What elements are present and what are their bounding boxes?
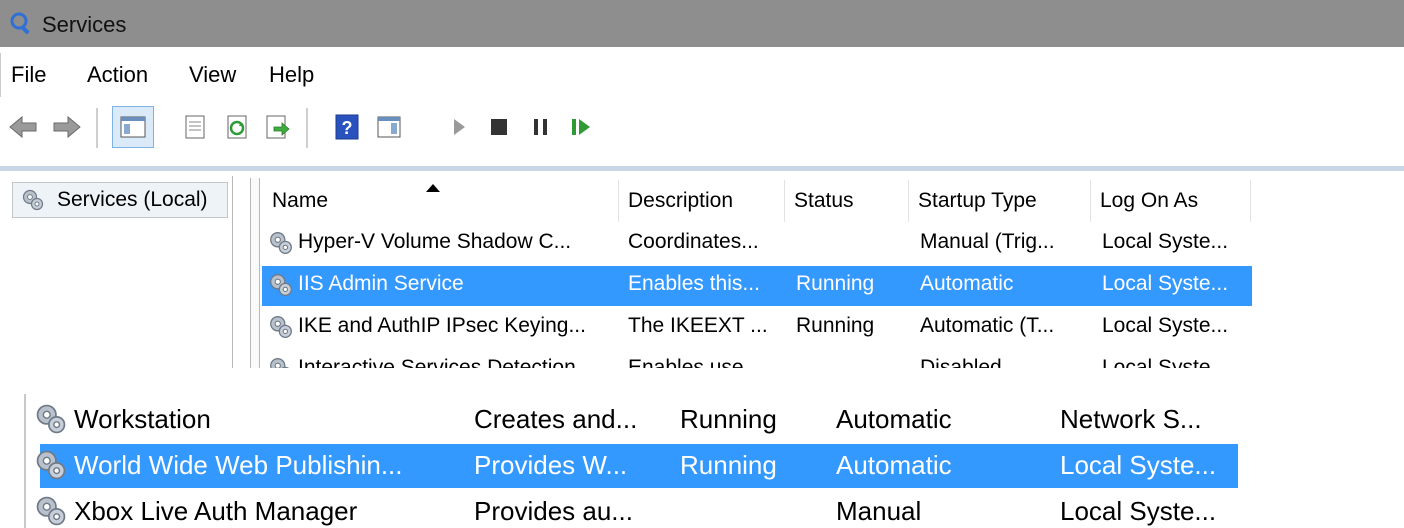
service-gear-icon — [34, 494, 68, 528]
menu-file[interactable]: File — [11, 62, 46, 88]
services-list-excerpt: Workstation Creates and... Running Autom… — [0, 394, 1404, 528]
cell-description: Enables this... — [628, 272, 760, 295]
table-row-selected[interactable]: IIS Admin Service Enables this... Runnin… — [262, 266, 1252, 306]
cell-description: Provides au... — [474, 496, 633, 526]
table-row-selected[interactable]: World Wide Web Publishin... Provides W..… — [40, 444, 1238, 488]
pane-splitter[interactable] — [250, 178, 260, 368]
cell-startup-type: Manual (Trig... — [920, 230, 1055, 253]
cell-name: IIS Admin Service — [298, 272, 464, 295]
cell-startup-type: Disabled — [920, 356, 1002, 368]
window-title: Services — [42, 12, 127, 37]
cell-log-on-as: Local Syste... — [1060, 450, 1217, 480]
cell-status: Running — [680, 450, 777, 480]
list-left-border — [24, 394, 26, 528]
title-bar[interactable]: Services — [0, 0, 1404, 47]
table-row[interactable]: Interactive Services Detection Enables u… — [262, 350, 1252, 368]
pause-service-icon[interactable] — [526, 112, 556, 142]
cell-startup-type: Automatic — [836, 450, 952, 480]
service-gear-icon — [268, 230, 294, 256]
menu-action[interactable]: Action — [87, 62, 148, 88]
cell-description: The IKEEXT ... — [628, 314, 768, 337]
console-tree-pane: Services (Local) — [6, 176, 233, 368]
tree-item-label: Services (Local) — [57, 188, 208, 211]
service-gear-icon — [268, 272, 294, 298]
cell-log-on-as: Local Syste... — [1102, 272, 1229, 295]
column-header-startup-type[interactable]: Startup Type — [908, 180, 1091, 222]
tree-item-services-local[interactable]: Services (Local) — [12, 182, 228, 218]
cell-description: Enables use... — [628, 356, 762, 368]
cell-name: Workstation — [74, 404, 211, 434]
cell-log-on-as: Local Syste... — [1102, 356, 1229, 368]
cell-name: World Wide Web Publishin... — [74, 450, 403, 480]
refresh-icon[interactable] — [222, 112, 252, 142]
toolbar-separator — [96, 108, 98, 148]
cell-status: Running — [796, 272, 875, 295]
properties-icon[interactable] — [180, 112, 210, 142]
cell-log-on-as: Local Syste... — [1060, 496, 1217, 526]
service-gear-icon — [34, 448, 68, 482]
cell-name: Xbox Live Auth Manager — [74, 496, 358, 526]
export-list-icon[interactable] — [262, 112, 292, 142]
column-header-description[interactable]: Description — [618, 180, 785, 222]
column-header-name[interactable]: Name — [262, 180, 619, 222]
cell-log-on-as: Local Syste... — [1102, 230, 1229, 253]
table-row[interactable]: Xbox Live Auth Manager Provides au... Ma… — [40, 490, 1238, 528]
resume-service-icon[interactable] — [566, 112, 596, 142]
cell-startup-type: Automatic — [920, 272, 1014, 295]
toolbar-separator — [306, 108, 308, 148]
table-row[interactable]: Workstation Creates and... Running Autom… — [40, 398, 1238, 442]
help-icon[interactable]: ? — [332, 112, 362, 142]
cell-startup-type: Automatic (T... — [920, 314, 1055, 337]
cell-startup-type: Automatic — [836, 404, 952, 434]
back-arrow-icon[interactable] — [8, 112, 38, 142]
cell-name: Interactive Services Detection — [298, 356, 576, 368]
cell-description: Provides W... — [474, 450, 628, 480]
service-gear-icon — [34, 402, 68, 436]
menu-view[interactable]: View — [189, 62, 236, 88]
cell-name: Hyper-V Volume Shadow C... — [298, 230, 572, 253]
cell-status: Running — [796, 314, 875, 337]
cell-log-on-as: Local Syste... — [1102, 314, 1229, 337]
cell-startup-type: Manual — [836, 496, 922, 526]
services-window: Services File Action View Help ? Service… — [0, 0, 1404, 368]
service-gear-icon — [268, 356, 294, 368]
cell-name: IKE and AuthIP IPsec Keying... — [298, 314, 586, 337]
sort-ascending-icon — [426, 184, 440, 192]
table-row[interactable]: Hyper-V Volume Shadow C... Coordinates..… — [262, 224, 1252, 264]
toolbar-divider — [0, 166, 1404, 171]
services-app-icon — [8, 10, 34, 36]
svg-text:?: ? — [342, 118, 353, 138]
table-row[interactable]: IKE and AuthIP IPsec Keying... The IKEEX… — [262, 308, 1252, 348]
menu-help[interactable]: Help — [269, 62, 314, 88]
cell-description: Coordinates... — [628, 230, 759, 253]
forward-arrow-icon[interactable] — [50, 112, 81, 142]
toolbar: ? — [0, 100, 1404, 158]
column-header-status[interactable]: Status — [784, 180, 909, 222]
start-service-icon[interactable] — [444, 112, 474, 142]
gear-icon — [21, 188, 45, 212]
cell-log-on-as: Network S... — [1060, 404, 1202, 434]
menu-bar: File Action View Help — [0, 53, 1404, 97]
show-action-pane-icon[interactable] — [374, 112, 404, 142]
show-hide-console-tree-icon[interactable] — [112, 106, 154, 148]
service-gear-icon — [268, 314, 294, 340]
column-header-log-on-as[interactable]: Log On As — [1090, 180, 1251, 222]
cell-description: Creates and... — [474, 404, 638, 434]
services-list: Name Description Status Startup Type Log… — [262, 180, 1404, 368]
cell-status: Running — [680, 404, 777, 434]
stop-service-icon[interactable] — [484, 112, 514, 142]
